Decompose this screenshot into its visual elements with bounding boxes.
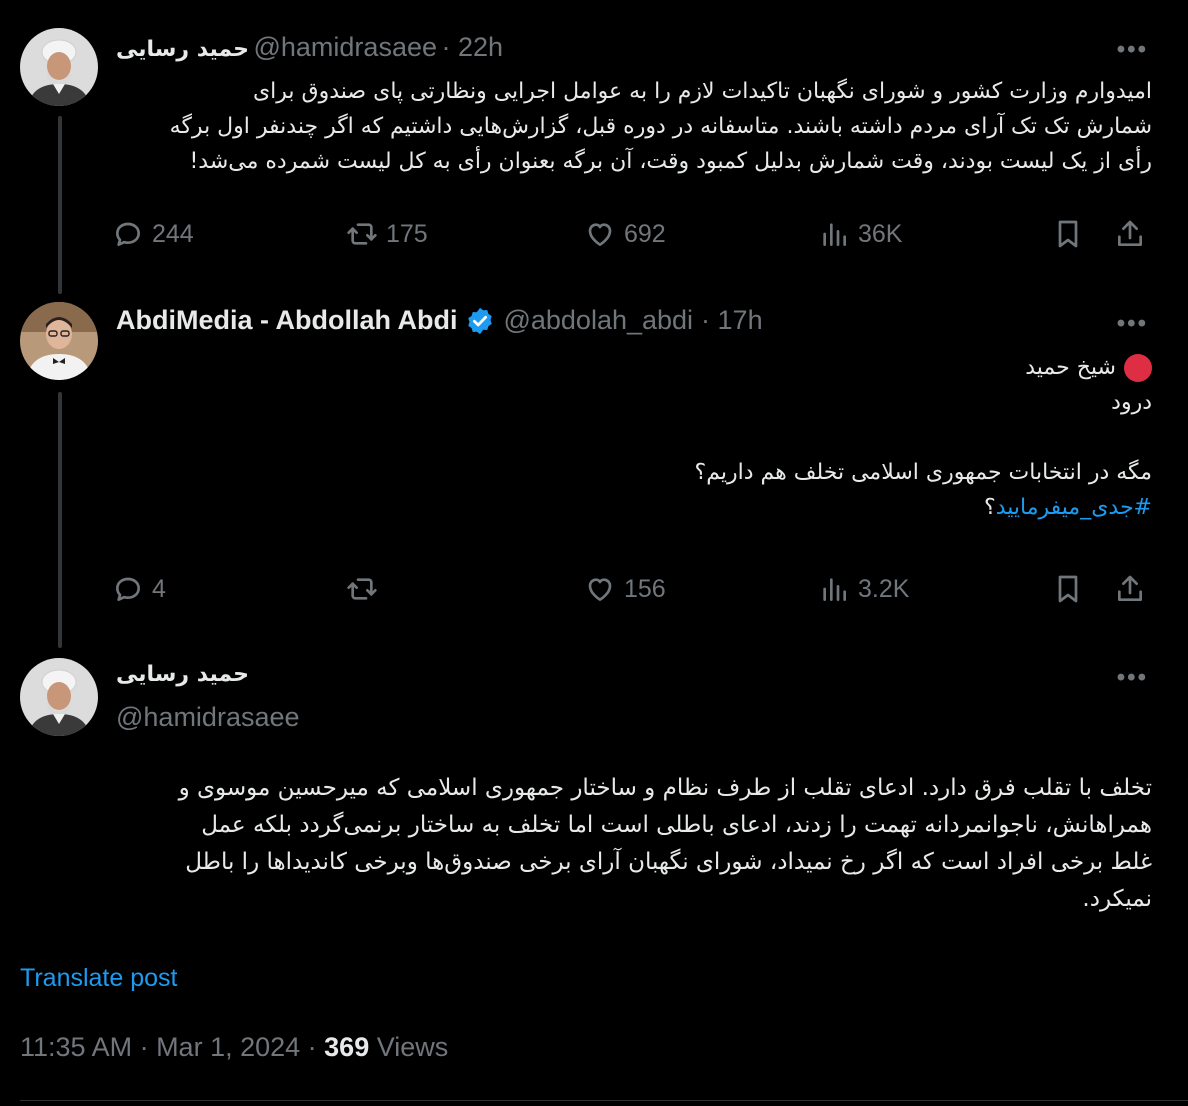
views-count: 36K bbox=[858, 219, 903, 248]
display-name[interactable]: حمید رسایی bbox=[116, 37, 249, 62]
views-button[interactable]: 36K bbox=[818, 218, 902, 250]
verified-badge-icon bbox=[468, 307, 493, 334]
tweet-line: همراهانش، ناجوانمردانه تهمت را زدند، ادع… bbox=[201, 812, 1152, 838]
thread-connector bbox=[58, 392, 62, 648]
views-icon bbox=[823, 578, 846, 601]
user-handle[interactable]: @hamidrasaee bbox=[116, 702, 300, 733]
share-button[interactable] bbox=[1114, 218, 1146, 250]
heart-icon bbox=[588, 223, 612, 246]
reply-icon bbox=[116, 577, 140, 601]
tweet-line: غلط برخی افراد است که اگر رخ نمیداد، شور… bbox=[185, 849, 1152, 875]
share-icon bbox=[1118, 575, 1142, 601]
action-bar: 4 156 3.2K bbox=[112, 573, 1152, 613]
views-icon bbox=[823, 223, 846, 246]
repost-count: 175 bbox=[386, 219, 428, 248]
repost-icon bbox=[347, 578, 377, 600]
display-name[interactable]: AbdiMedia - Abdollah Abdi bbox=[116, 305, 457, 336]
tweet-line: ؟ bbox=[984, 495, 996, 520]
more-options-icon[interactable]: ••• bbox=[1117, 664, 1148, 692]
views-count: 369 bbox=[324, 1032, 370, 1062]
like-button[interactable]: 692 bbox=[584, 218, 666, 250]
avatar[interactable] bbox=[20, 302, 98, 380]
like-count: 156 bbox=[624, 574, 666, 603]
repost-icon bbox=[347, 223, 377, 245]
translate-post-link[interactable]: Translate post bbox=[20, 964, 177, 993]
like-count: 692 bbox=[624, 219, 666, 248]
views-button[interactable]: 3.2K bbox=[818, 573, 909, 605]
avatar[interactable] bbox=[20, 28, 98, 106]
post-timestamp[interactable]: 11:35 AM · Mar 1, 2024 · bbox=[20, 1032, 324, 1062]
display-name[interactable]: حمید رسایی bbox=[116, 662, 249, 687]
bookmark-icon bbox=[1058, 575, 1078, 603]
action-bar: 244 175 692 36K bbox=[112, 218, 1152, 258]
more-options-icon[interactable]: ••• bbox=[1117, 36, 1148, 64]
like-button[interactable]: 156 bbox=[584, 573, 666, 605]
repost-button[interactable]: 175 bbox=[346, 218, 428, 250]
repost-button[interactable] bbox=[346, 573, 386, 605]
bookmark-icon bbox=[1058, 220, 1078, 248]
views-count: 3.2K bbox=[858, 574, 910, 603]
tweet-line: نمیکرد. bbox=[1082, 886, 1152, 912]
reply-icon bbox=[116, 222, 140, 246]
tweet-text: شیخ حمید درود مگه در انتخابات جمهوری اسل… bbox=[122, 350, 1152, 525]
user-handle[interactable]: @abdolah_abdi bbox=[503, 305, 693, 336]
user-handle[interactable]: @hamidrasaee bbox=[253, 32, 437, 62]
timestamp[interactable]: · 22h bbox=[441, 32, 503, 62]
bookmark-button[interactable] bbox=[1052, 573, 1084, 605]
tweet-line: امیدوارم وزارت کشور و شورای نگهبان تاکید… bbox=[252, 79, 1152, 104]
more-options-icon[interactable]: ••• bbox=[1117, 310, 1148, 338]
red-circle-icon bbox=[1124, 353, 1152, 382]
hashtag-link[interactable]: #جدی_میفرمایید bbox=[996, 495, 1152, 520]
share-button[interactable] bbox=[1114, 573, 1146, 605]
divider bbox=[20, 1100, 1188, 1101]
tweet-text: امیدوارم وزارت کشور و شورای نگهبان تاکید… bbox=[122, 74, 1152, 179]
tweet-line: درود bbox=[1111, 390, 1152, 415]
bookmark-button[interactable] bbox=[1052, 218, 1084, 250]
views-label: Views bbox=[369, 1032, 449, 1062]
heart-icon bbox=[588, 578, 612, 601]
avatar[interactable] bbox=[20, 658, 98, 736]
tweet-line: تخلف با تقلب فرق دارد. ادعای تقلب از طرف… bbox=[178, 775, 1152, 801]
tweet-line: شمارش تک تک آرای مردم داشته باشند. متاسف… bbox=[169, 114, 1152, 139]
reply-count: 4 bbox=[152, 574, 166, 603]
reply-button[interactable]: 4 bbox=[112, 573, 166, 605]
tweet-line: شیخ حمید bbox=[1025, 355, 1116, 380]
timestamp[interactable]: · 17h bbox=[701, 305, 763, 336]
tweet-text: تخلف با تقلب فرق دارد. ادعای تقلب از طرف… bbox=[20, 770, 1152, 918]
share-icon bbox=[1118, 220, 1142, 246]
thread-connector bbox=[58, 116, 62, 294]
reply-button[interactable]: 244 bbox=[112, 218, 194, 250]
reply-count: 244 bbox=[152, 219, 194, 248]
tweet-line: مگه در انتخابات جمهوری اسلامی تخلف هم دا… bbox=[694, 460, 1152, 485]
post-meta: 11:35 AM · Mar 1, 2024 · 369 Views bbox=[20, 1032, 448, 1063]
tweet-line: رأی از یک لیست بودند، وقت شمارش بدلیل کم… bbox=[189, 149, 1152, 174]
